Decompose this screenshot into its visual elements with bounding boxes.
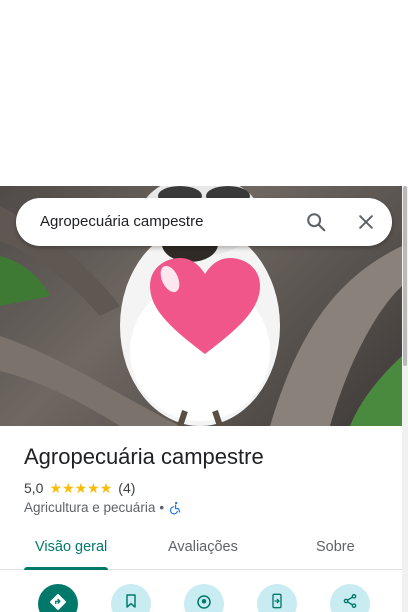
- search-button[interactable]: [300, 206, 332, 238]
- separator-dot: •: [159, 500, 165, 515]
- star-icon: ★: [99, 480, 113, 496]
- share-icon: [343, 594, 357, 608]
- nearby-button[interactable]: [184, 584, 224, 612]
- directions-icon: [50, 594, 66, 610]
- rating-value: 5,0: [24, 480, 44, 496]
- share-button[interactable]: [330, 584, 370, 612]
- tab-sobre[interactable]: Sobre: [316, 539, 355, 555]
- rating-row[interactable]: 5,0 ★ ★ ★ ★ ★ (4): [24, 480, 135, 496]
- star-icon: ★: [62, 480, 75, 496]
- search-bar[interactable]: Agropecuária campestre: [16, 198, 392, 246]
- review-count[interactable]: (4): [118, 480, 135, 496]
- place-category[interactable]: Agricultura e pecuária: [24, 500, 155, 515]
- place-title: Agropecuária campestre: [24, 444, 264, 469]
- wheelchair-accessible-icon: [170, 501, 181, 514]
- place-tabs: Visão geral Avaliações Sobre: [0, 530, 402, 570]
- active-tab-indicator: [24, 567, 108, 570]
- nearby-icon: [197, 595, 211, 609]
- star-icon: ★: [87, 480, 100, 496]
- star-icon: ★: [49, 480, 63, 496]
- search-icon: [307, 213, 326, 232]
- send-to-phone-button[interactable]: [257, 584, 297, 612]
- clear-search-button[interactable]: [350, 206, 382, 238]
- directions-button[interactable]: [38, 584, 78, 612]
- save-button[interactable]: [111, 584, 151, 612]
- star-icon: ★: [74, 480, 88, 496]
- scrollbar-thumb[interactable]: [403, 186, 407, 366]
- tab-visao-geral[interactable]: Visão geral: [35, 539, 107, 555]
- send-to-phone-icon: [272, 593, 282, 609]
- map-blank-area: [0, 0, 408, 186]
- search-input[interactable]: Agropecuária campestre: [40, 213, 203, 230]
- category-row: Agricultura e pecuária •: [24, 500, 182, 515]
- bookmark-icon: [126, 594, 136, 608]
- tab-avaliacoes[interactable]: Avaliações: [168, 539, 238, 555]
- star-rating: ★ ★ ★ ★ ★: [49, 481, 112, 495]
- close-icon: [359, 215, 373, 229]
